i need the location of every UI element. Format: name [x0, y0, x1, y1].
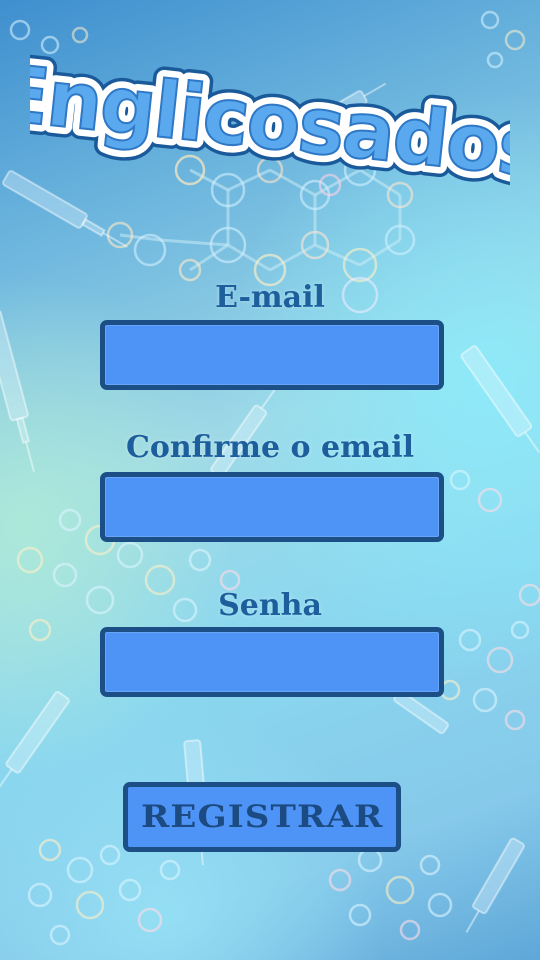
password-label: Senha [218, 588, 322, 623]
email-label: E-mail [215, 280, 325, 315]
confirm-email-field-box[interactable] [100, 472, 444, 542]
confirm-email-label: Confirme o email [125, 430, 415, 465]
email-input[interactable] [105, 325, 439, 385]
register-button-label: REGISTRAR [140, 799, 384, 835]
password-input[interactable] [105, 632, 439, 692]
register-button[interactable]: REGISTRAR [123, 782, 401, 852]
confirm-email-input[interactable] [105, 477, 439, 537]
password-field-box[interactable] [100, 627, 444, 697]
app-logo: Englicosados Englicosados Englicosados [30, 38, 510, 195]
email-field-box[interactable] [100, 320, 444, 390]
logo-title: Englicosados [30, 49, 510, 195]
